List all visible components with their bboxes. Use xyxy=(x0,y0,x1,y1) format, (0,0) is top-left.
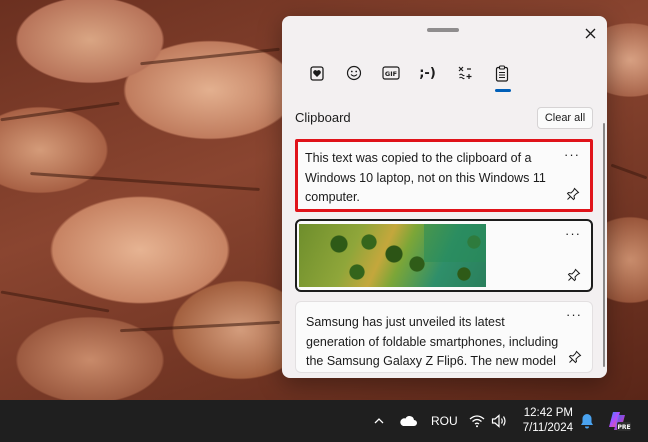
clipboard-image-thumbnail xyxy=(299,224,486,287)
thumbnail-field xyxy=(424,224,486,262)
pin-icon[interactable] xyxy=(568,350,582,364)
clipboard-icon xyxy=(495,64,508,82)
close-icon xyxy=(585,28,595,38)
wallpaper-crack xyxy=(0,290,110,313)
close-button[interactable] xyxy=(579,22,601,44)
clipboard-item-text: This text was copied to the clipboard of… xyxy=(305,151,546,204)
section-title: Clipboard xyxy=(295,110,351,125)
copilot-icon: PRE xyxy=(609,412,631,431)
input-language-indicator[interactable]: ROU xyxy=(431,414,458,428)
symbols-icon xyxy=(458,66,471,80)
notification-bell-icon xyxy=(581,414,593,429)
tab-emoji[interactable] xyxy=(337,58,370,88)
wifi-icon xyxy=(469,415,485,428)
smiley-icon xyxy=(346,65,361,81)
volume-icon xyxy=(491,414,506,428)
clipboard-item-image[interactable]: ··· xyxy=(295,219,593,292)
pin-icon[interactable] xyxy=(566,187,580,201)
taskbar: ROU 12:42 PM 7/11/2024 PRE xyxy=(0,400,648,442)
gif-label: GIF xyxy=(384,70,396,78)
more-options-button[interactable]: ··· xyxy=(566,307,582,322)
more-options-button[interactable]: ··· xyxy=(565,226,581,241)
clear-all-button[interactable]: Clear all xyxy=(537,107,593,129)
chevron-up-icon xyxy=(374,418,384,424)
tab-favorites[interactable] xyxy=(300,58,333,88)
clock[interactable]: 12:42 PM 7/11/2024 xyxy=(517,406,573,436)
network-button[interactable] xyxy=(468,412,486,430)
panel-tabs: GIF ;-) xyxy=(300,58,518,92)
clock-date: 7/11/2024 xyxy=(522,422,573,434)
copilot-button[interactable]: PRE xyxy=(606,409,632,433)
kaomoji-icon: ;-) xyxy=(419,65,436,81)
wallpaper-crack xyxy=(0,101,120,122)
tab-symbols[interactable] xyxy=(448,58,481,88)
tab-kaomoji[interactable]: ;-) xyxy=(411,58,444,88)
volume-button[interactable] xyxy=(490,412,508,430)
onedrive-button[interactable] xyxy=(397,412,419,430)
clipboard-item[interactable]: Samsung has just unveiled its latest gen… xyxy=(295,301,593,373)
scrollbar[interactable] xyxy=(603,123,605,367)
notifications-button[interactable] xyxy=(578,411,596,431)
drag-handle[interactable] xyxy=(427,28,459,32)
wallpaper-crack xyxy=(610,163,648,180)
wallpaper-crack xyxy=(30,171,260,192)
wallpaper-crack xyxy=(140,47,280,66)
heart-clipboard-icon xyxy=(309,66,324,81)
copilot-badge: PRE xyxy=(617,424,630,431)
onedrive-icon xyxy=(400,416,417,426)
tab-clipboard[interactable] xyxy=(485,58,518,92)
show-hidden-icons-button[interactable] xyxy=(371,412,387,430)
pin-icon[interactable] xyxy=(567,268,581,282)
gif-icon: GIF xyxy=(381,66,400,80)
wallpaper-crack xyxy=(120,320,280,333)
clipboard-item-text: Samsung has just unveiled its latest gen… xyxy=(306,315,559,368)
clipboard-item[interactable]: This text was copied to the clipboard of… xyxy=(295,139,593,212)
tab-gif[interactable]: GIF xyxy=(374,58,407,88)
more-options-button[interactable]: ··· xyxy=(564,147,580,162)
clock-time: 12:42 PM xyxy=(523,407,573,419)
clipboard-panel: GIF ;-) Clipboard Clear all This text wa… xyxy=(282,16,607,378)
